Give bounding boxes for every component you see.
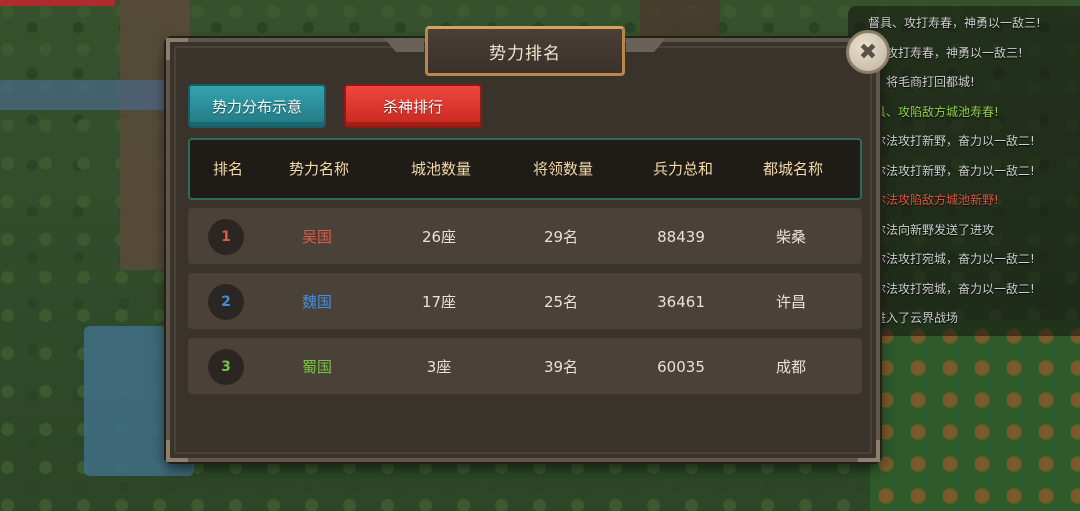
- city-count: 3座: [426, 358, 452, 376]
- table-row[interactable]: 3 蜀国 3座 39名 60035 成都: [188, 338, 862, 396]
- chat-line: 尔法向新野发送了进攻: [874, 222, 995, 237]
- map-building: [640, 0, 720, 40]
- table-header: 排名 势力名称 城池数量 将领数量 兵力总和 都城名称: [188, 138, 862, 200]
- chat-line: 具、攻陷敌方城池寿春!: [874, 104, 999, 119]
- corner-ornament: [166, 440, 188, 462]
- general-count: 29名: [543, 228, 579, 246]
- map-river: [0, 80, 170, 110]
- faction-name: 魏国: [301, 293, 332, 311]
- corner-ornament: [858, 440, 880, 462]
- header-capital: 都城名称: [762, 160, 823, 178]
- chat-line: 尔法攻打新野，奋力以一敌二!: [874, 163, 1035, 178]
- header-city-count: 城池数量: [410, 160, 471, 178]
- corner-ornament: [166, 38, 188, 60]
- table-row[interactable]: 2 魏国 17座 25名 36461 许昌: [188, 273, 862, 331]
- faction-name: 吴国: [301, 228, 332, 246]
- chat-line: 尔法攻陷敌方城池新野!: [874, 193, 999, 207]
- chat-line: 、将毛商打回都城!: [874, 75, 975, 89]
- capital-name: 柴桑: [775, 228, 806, 246]
- tab-faction-distribution[interactable]: 势力分布示意: [188, 84, 326, 128]
- tab-label: 势力分布示意: [211, 97, 302, 116]
- city-count: 26座: [421, 228, 457, 246]
- faction-ranking-modal: 势力排名 势力分布示意 杀神排行 排名 势力名称 城池数量 将领数量 兵力总和 …: [166, 26, 880, 462]
- chat-line: 尔法攻打新野，奋力以一敌二!: [874, 134, 1035, 148]
- title-plate: 势力排名: [425, 26, 625, 76]
- general-count: 39名: [543, 358, 579, 376]
- map-top-bar: [0, 0, 115, 6]
- header-general-count: 将领数量: [532, 160, 593, 178]
- rank-badge: 1: [208, 219, 244, 255]
- rank-number: 2: [221, 294, 231, 310]
- map-forest: [870, 320, 1080, 511]
- header-faction-name: 势力名称: [288, 160, 349, 178]
- troop-total: 60035: [657, 358, 705, 376]
- tab-kill-ranking[interactable]: 杀神排行: [344, 84, 482, 128]
- chat-line: 督具、攻打寿春，神勇以一敌三!: [868, 16, 1041, 30]
- title-wing-left: [384, 38, 424, 52]
- troop-total: 36461: [657, 293, 705, 311]
- tab-label: 杀神排行: [382, 97, 443, 116]
- capital-name: 成都: [775, 358, 806, 376]
- city-count: 17座: [421, 293, 457, 311]
- chat-line: 、攻打寿春，神勇以一敌三!: [874, 45, 1023, 60]
- chat-line: 尔法攻打宛城，奋力以一敌二!: [874, 252, 1035, 266]
- header-troop-total: 兵力总和: [652, 160, 713, 178]
- header-rank: 排名: [212, 160, 243, 178]
- rank-number: 1: [221, 229, 231, 245]
- close-icon: ✖: [858, 39, 878, 65]
- general-count: 25名: [543, 293, 579, 311]
- table-row[interactable]: 1 吴国 26座 29名 88439 柴桑: [188, 208, 862, 266]
- capital-name: 许昌: [775, 293, 806, 311]
- rank-number: 3: [221, 359, 231, 375]
- modal-title: 势力排名: [489, 43, 561, 64]
- title-wing-right: [626, 38, 666, 52]
- chat-line: 尔法攻打宛城，奋力以一敌二!: [874, 281, 1035, 296]
- close-button[interactable]: ✖: [846, 30, 890, 74]
- rank-badge: 2: [208, 284, 244, 320]
- rank-badge: 3: [208, 349, 244, 385]
- faction-name: 蜀国: [301, 358, 332, 376]
- troop-total: 88439: [657, 228, 705, 246]
- chat-line: 进入了云界战场: [874, 311, 959, 325]
